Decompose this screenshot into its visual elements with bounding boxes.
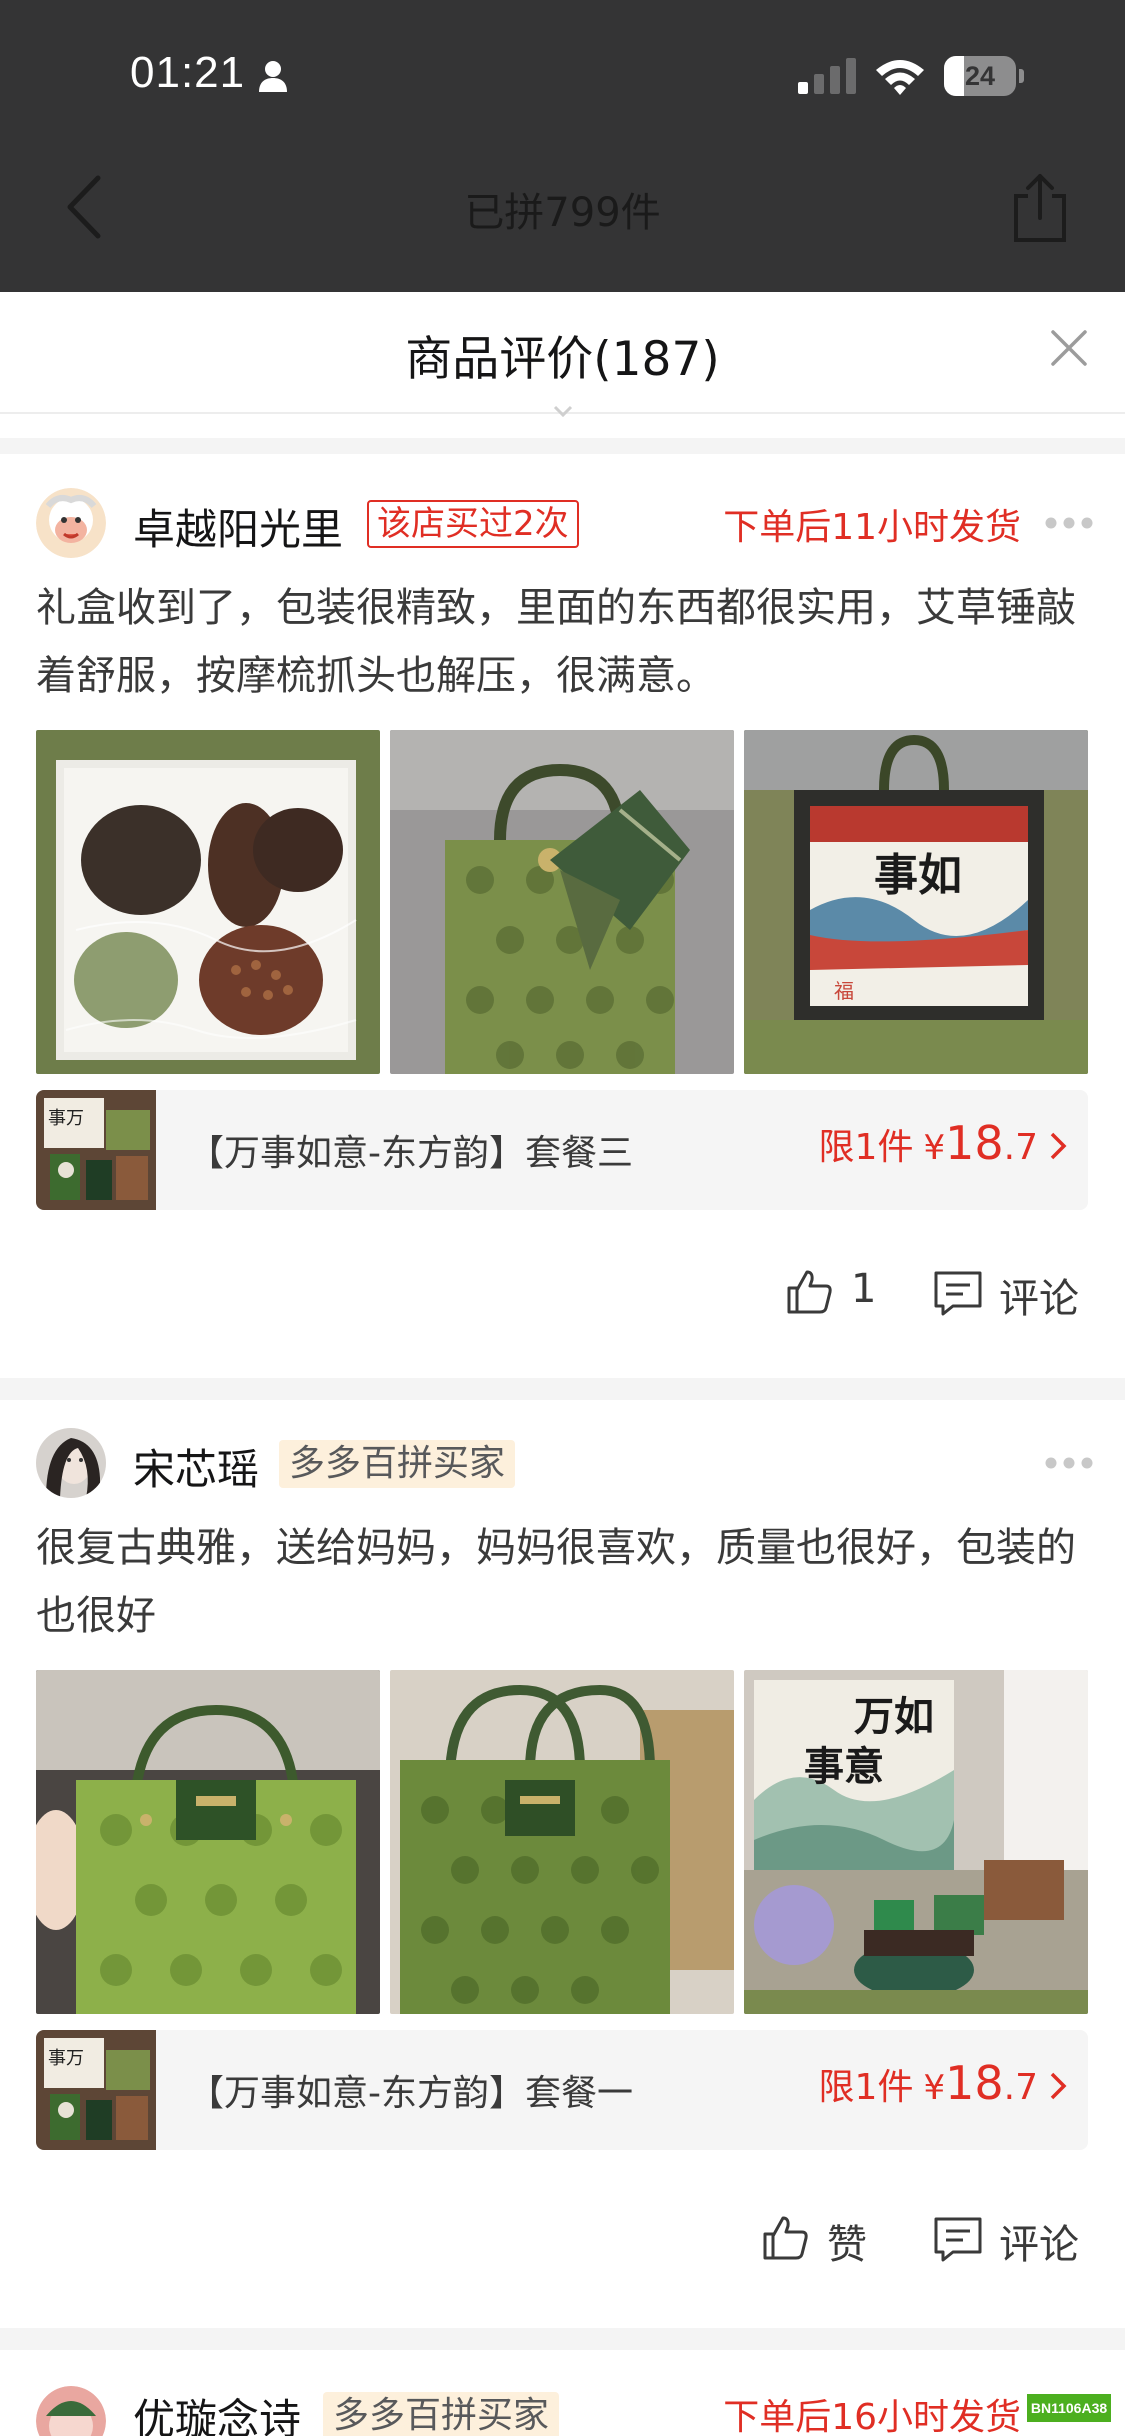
person-icon (259, 61, 287, 92)
price-integer: 18 (945, 1116, 1004, 1170)
like-button[interactable]: 1 (785, 1266, 895, 1318)
box-card-text: 万如 (854, 1693, 934, 1740)
status-bar: 01:21 24 (0, 0, 1125, 150)
like-label: 赞 (827, 2222, 867, 2268)
user-name[interactable]: 卓越阳光里 (133, 496, 343, 557)
stamp-text: 福 (834, 979, 854, 1003)
box-card-text: 事如 (874, 850, 962, 901)
review-divider (0, 2328, 1125, 2350)
review-photo[interactable]: 万如 事意 (744, 1670, 1088, 2014)
review-text: 礼盒收到了，包装很精致，里面的东西都很实用，艾草锤敲着舒服，按摩梳抓头也解压，很… (36, 585, 1076, 699)
product-link[interactable]: 事万 【万事如意-东方韵】套餐一 限1件 ¥18.7 (36, 2030, 1088, 2150)
product-thumbnail: 事万 (36, 1090, 156, 1210)
more-options-icon[interactable] (1044, 516, 1094, 530)
signal-icon (798, 58, 856, 94)
buyer-badge: 多多百拼买家 (279, 1440, 516, 1488)
more-options-icon[interactable] (1044, 1456, 1094, 1470)
avatar[interactable] (36, 488, 106, 558)
battery-level: 24 (964, 61, 996, 91)
watermark: BN1106A38 (1027, 2394, 1111, 2422)
section-gap (0, 438, 1125, 454)
battery-indicator: 24 (944, 56, 1024, 96)
review-photo[interactable] (390, 730, 734, 1074)
sheet-header: 商品评价(187) (0, 292, 1125, 414)
comment-button[interactable]: 评论 (933, 2212, 1093, 2268)
buyer-badge: 多多百拼买家 (323, 2392, 560, 2436)
purchase-limit: 限1件 (818, 1127, 914, 1168)
share-icon[interactable] (1010, 172, 1070, 244)
comment-button[interactable]: 评论 (933, 1266, 1093, 1322)
svg-text:事万: 事万 (48, 1108, 84, 1129)
chevron-down-icon (553, 405, 573, 418)
comment-label: 评论 (999, 2222, 1079, 2268)
avatar[interactable] (36, 1428, 106, 1498)
comment-icon (934, 2217, 982, 2262)
thumbs-up-icon (763, 2216, 808, 2260)
avatar[interactable] (36, 2386, 106, 2436)
user-name[interactable]: 宋芯瑶 (133, 1436, 259, 1497)
like-count: 1 (851, 1266, 877, 1312)
sheet-title: 商品评价(187) (405, 332, 720, 387)
price-decimal: .7 (1003, 2067, 1038, 2108)
shipping-note: 下单后11小时发货 (723, 507, 1021, 548)
comment-icon (934, 1271, 982, 1316)
user-name[interactable]: 优璇念诗 (133, 2386, 301, 2436)
status-time: 01:21 (130, 48, 246, 97)
collapse-strip (0, 416, 1125, 438)
review-photo[interactable]: 事如 福 (744, 730, 1088, 1074)
price: 限1件 ¥18.7 (819, 1116, 1068, 1170)
review-divider (0, 1378, 1125, 1400)
purchase-limit: 限1件 (818, 2067, 914, 2108)
price: 限1件 ¥18.7 (819, 2056, 1068, 2110)
product-name: 【万事如意-东方韵】套餐一 (188, 2073, 633, 2114)
close-icon[interactable] (1049, 328, 1089, 368)
thumbs-up-icon (787, 1270, 832, 1314)
review-photo[interactable] (390, 1670, 734, 2014)
review-card: 宋芯瑶 多多百拼买家 很复古典雅，送给妈妈，妈妈很喜欢，质量也很好，包装的也很好 (0, 1400, 1125, 2290)
background-page-title: 已拼799件 (464, 190, 661, 236)
product-link[interactable]: 事万 【万事如意-东方韵】套餐三 限1件 ¥18.7 (36, 1090, 1088, 1210)
review-card: 卓越阳光里 该店买过2次 下单后11小时发货 礼盒收到了，包装很精致，里面的东西… (0, 454, 1125, 1322)
background-page: 01:21 24 已拼799件 (0, 0, 1125, 292)
reviews-sheet: 商品评价(187) 卓越阳光里 该店买过2次 下单后11小时发货 礼盒收到了，包… (0, 292, 1125, 2436)
comment-label: 评论 (999, 1276, 1079, 1322)
like-button[interactable]: 赞 (761, 2212, 871, 2268)
chevron-right-icon (1050, 2072, 1067, 2100)
product-thumbnail: 事万 (36, 2030, 156, 2150)
currency-symbol: ¥ (923, 1128, 946, 1168)
review-photo[interactable] (36, 1670, 380, 2014)
wifi-icon (876, 60, 924, 95)
review-text: 很复古典雅，送给妈妈，妈妈很喜欢，质量也很好，包装的也很好 (36, 1525, 1076, 1639)
currency-symbol: ¥ (923, 2068, 946, 2108)
box-card-text: 事意 (804, 1743, 884, 1790)
review-photo[interactable] (36, 730, 380, 1074)
review-card: 优璇念诗 多多百拼买家 下单后16小时发货 (0, 2350, 1125, 2436)
price-integer: 18 (945, 2056, 1004, 2110)
product-name: 【万事如意-东方韵】套餐三 (188, 1133, 633, 1174)
repeat-buyer-badge: 该店买过2次 (367, 500, 579, 548)
shipping-note: 下单后16小时发货 (723, 2397, 1021, 2436)
svg-text:事万: 事万 (48, 2048, 84, 2069)
chevron-right-icon (1050, 1132, 1067, 1160)
price-decimal: .7 (1003, 1127, 1038, 1168)
